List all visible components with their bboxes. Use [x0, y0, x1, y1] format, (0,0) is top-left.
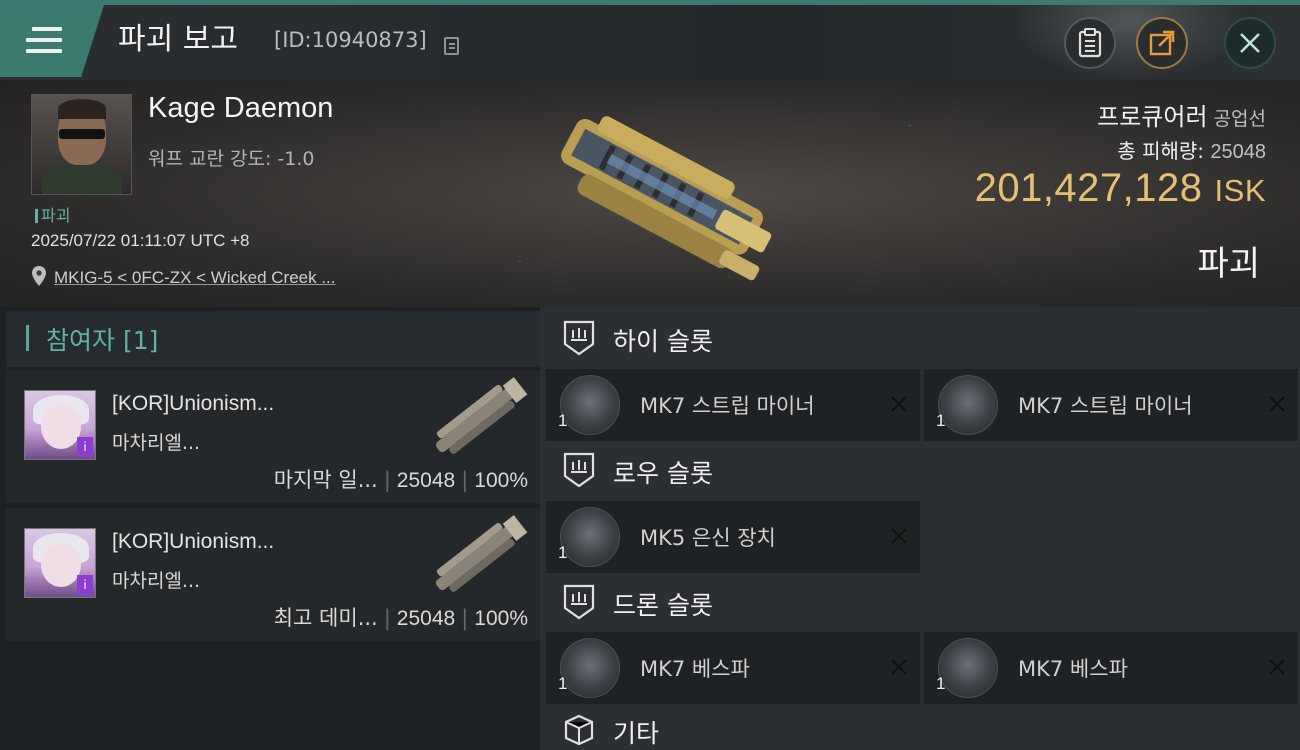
module-name: MK7 스트립 마이너	[640, 394, 815, 418]
ship-class: 공업선	[1213, 108, 1266, 130]
participants-title: 참여자 [1]	[46, 326, 159, 355]
low-slot-title: 로우 슬롯	[613, 459, 713, 488]
participant-damage: 25048	[396, 469, 456, 492]
isk-amount: 201,427,128	[974, 166, 1203, 210]
kill-datetime: 2025/07/22 01:11:07 UTC +8	[31, 231, 250, 250]
module-item[interactable]: 1 MK5 은신 장치	[546, 501, 920, 573]
participant-avatar[interactable]: i	[24, 528, 96, 598]
module-quantity: 1	[558, 674, 568, 693]
module-quantity: 1	[558, 411, 568, 430]
other-slot-title: 기타	[613, 719, 660, 748]
destroyed-x-icon	[891, 528, 907, 544]
location-pin-icon	[32, 266, 46, 286]
participant-avatar[interactable]: i	[24, 390, 96, 460]
module-name: MK7 베스파	[640, 657, 750, 681]
badge-icon: i	[77, 437, 93, 457]
module-quantity: 1	[558, 543, 568, 562]
ship-model-image	[561, 116, 772, 281]
participant-ship-icon	[435, 377, 528, 454]
header-planet-decoration	[1010, 5, 1250, 80]
participant-card[interactable]: i [KOR]Unionism... 마차리엘... 마지막 일... | 2504…	[6, 370, 540, 503]
cloaking-device-icon	[560, 507, 620, 567]
participant-damage: 25048	[396, 607, 456, 630]
destroyed-x-icon	[891, 396, 907, 412]
close-button[interactable]	[1224, 17, 1276, 69]
destroyed-x-icon	[891, 659, 907, 675]
isk-value: 201,427,128 ISK	[975, 166, 1266, 211]
victim-avatar[interactable]	[31, 94, 132, 195]
participant-role: 마지막 일...	[273, 468, 378, 492]
share-icon	[1149, 30, 1175, 56]
participant-stats: 최고 데미... | 25048 | 100%	[273, 606, 528, 630]
module-quantity: 1	[936, 674, 946, 693]
isk-unit: ISK	[1214, 173, 1266, 208]
total-damage-label: 총 피해량:	[1117, 139, 1205, 163]
destroyed-x-icon	[1269, 396, 1285, 412]
drone-slot-icon	[563, 584, 595, 620]
participant-percent: 100%	[474, 469, 528, 492]
low-slot-icon	[563, 452, 595, 488]
participant-ship-icon	[435, 515, 528, 592]
module-name: MK7 스트립 마이너	[1018, 394, 1193, 418]
page-title: 파괴 보고	[118, 22, 238, 57]
cargo-box-icon	[564, 714, 594, 746]
drone-icon	[938, 638, 998, 698]
module-item[interactable]: 1 MK7 베스파	[546, 632, 920, 704]
strip-miner-icon	[560, 375, 620, 435]
strip-miner-icon	[938, 375, 998, 435]
ship-name-class: 프로큐어러 공업선	[1097, 97, 1266, 132]
module-item[interactable]: 1 MK7 스트립 마이너	[924, 369, 1298, 441]
destroyed-tag: 파괴	[35, 202, 70, 226]
module-name: MK7 베스파	[1018, 657, 1128, 681]
clipboard-icon	[1078, 28, 1102, 58]
high-slot-title: 하이 슬롯	[613, 327, 713, 356]
close-icon	[1240, 33, 1260, 53]
participant-name: [KOR]Unionism...	[112, 392, 275, 415]
drone-icon	[560, 638, 620, 698]
ship-name: 프로큐어러	[1097, 103, 1208, 131]
module-item[interactable]: 1 MK7 스트립 마이너	[546, 369, 920, 441]
participant-ship: 마차리엘...	[112, 432, 201, 454]
drone-slot-title: 드론 슬롯	[613, 591, 713, 620]
module-item[interactable]: 1 MK7 베스파	[924, 632, 1298, 704]
total-damage: 총 피해량: 25048	[1117, 135, 1266, 164]
participant-stats: 마지막 일... | 25048 | 100%	[273, 468, 528, 492]
participant-percent: 100%	[474, 607, 528, 630]
share-button[interactable]	[1136, 17, 1188, 69]
victim-name[interactable]: Kage Daemon	[148, 92, 333, 125]
module-name: MK5 은신 장치	[640, 526, 776, 550]
report-id: [ID:10940873]	[274, 28, 427, 52]
clipboard-button[interactable]	[1064, 17, 1116, 69]
participant-card[interactable]: i [KOR]Unionism... 마차리엘... 최고 데미... | 2504…	[6, 508, 540, 641]
total-damage-value: 25048	[1210, 141, 1266, 163]
participant-role: 최고 데미...	[273, 606, 378, 630]
warp-disruption-strength: 워프 교란 강도: -1.0	[148, 148, 315, 170]
menu-icon	[26, 27, 62, 60]
participant-ship: 마차리엘...	[112, 570, 201, 592]
high-slot-icon	[563, 320, 595, 356]
kill-location-link[interactable]: MKIG-5 < 0FC-ZX < Wicked Creek ...	[54, 268, 336, 288]
badge-icon: i	[77, 575, 93, 595]
participant-name: [KOR]Unionism...	[112, 530, 275, 553]
participants-header: 참여자 [1]	[6, 311, 540, 367]
kill-status: 파괴	[1197, 244, 1260, 284]
destroyed-x-icon	[1269, 659, 1285, 675]
copy-icon[interactable]	[444, 37, 459, 55]
module-quantity: 1	[936, 411, 946, 430]
